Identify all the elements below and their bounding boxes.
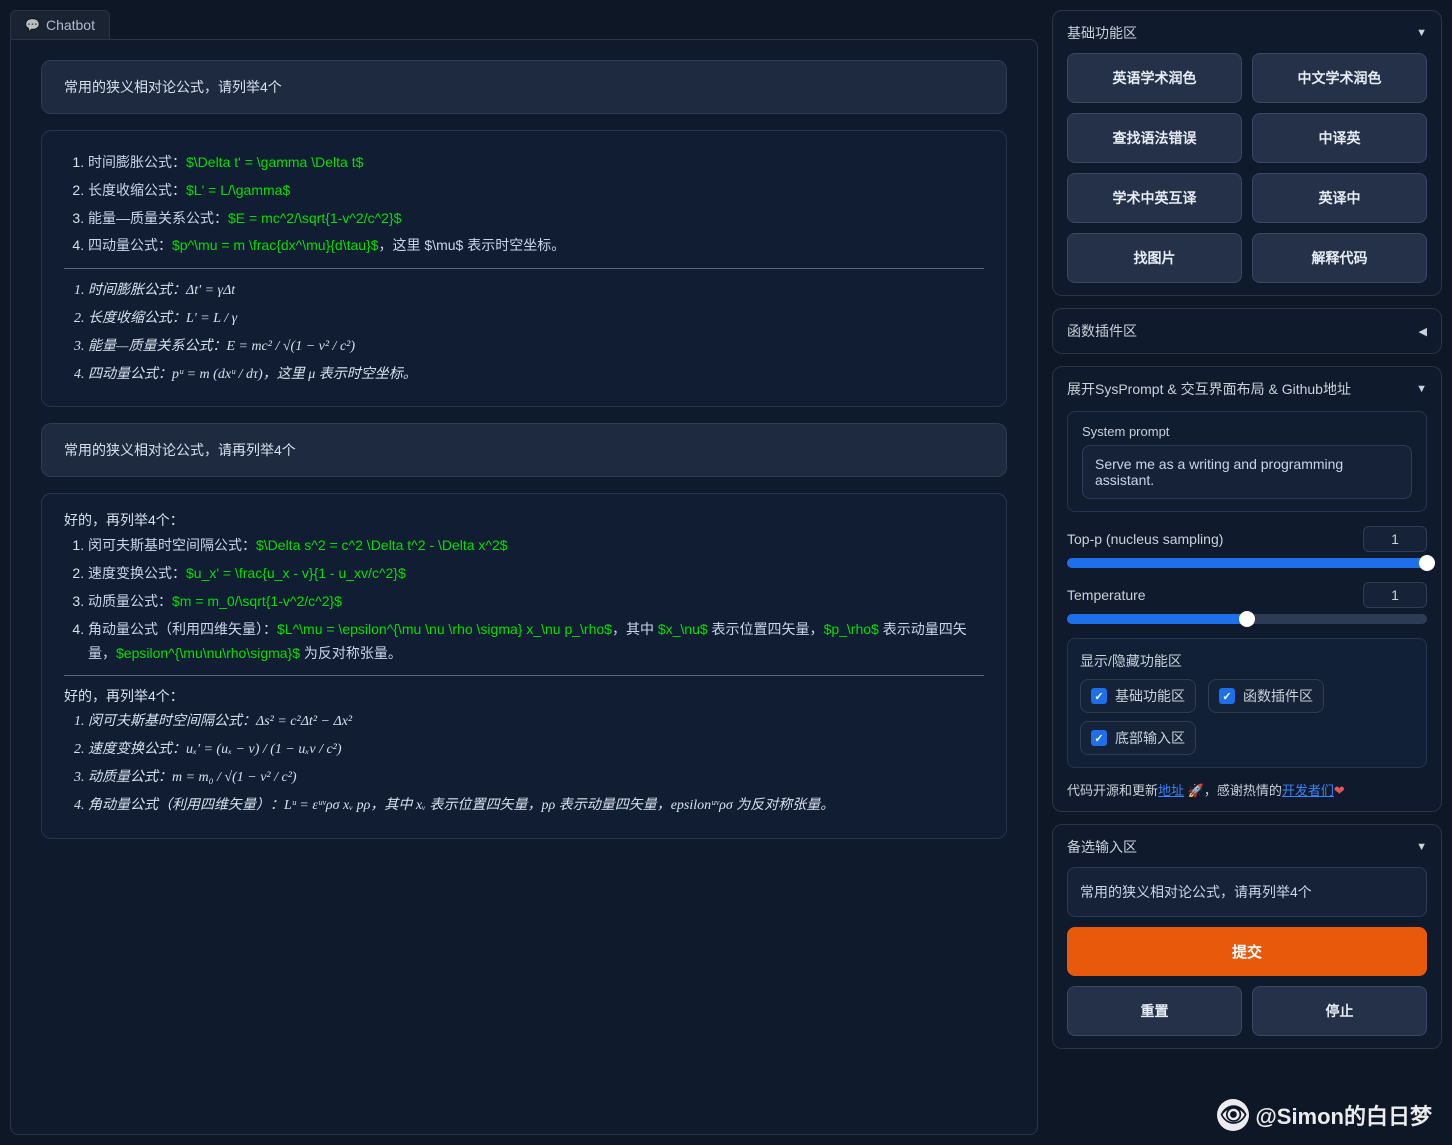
input-panel: 备选输入区 ▼ 常用的狭义相对论公式，请再列举4个 提交 重置 停止 [1052, 824, 1442, 1049]
fn-grammar-check-button[interactable]: 查找语法错误 [1067, 113, 1242, 163]
user-message-text: 常用的狭义相对论公式，请列举4个 [64, 79, 282, 95]
temperature-slider[interactable] [1067, 614, 1427, 624]
topp-value[interactable]: 1 [1363, 526, 1427, 552]
assistant-message: 时间膨胀公式：$\Delta t' = \gamma \Delta t$ 长度收… [41, 130, 1007, 407]
checkbox-plugin[interactable]: ✓函数插件区 [1208, 679, 1324, 713]
topp-label: Top-p (nucleus sampling) [1067, 531, 1223, 547]
panel-title: 基础功能区 [1067, 23, 1137, 43]
chat-area: 常用的狭义相对论公式，请列举4个 时间膨胀公式：$\Delta t' = \ga… [10, 39, 1038, 1135]
github-links: 代码开源和更新地址 🚀，感谢热情的开发者们❤ [1067, 780, 1427, 799]
checkbox-bottom-input[interactable]: ✓底部输入区 [1080, 721, 1196, 755]
check-icon: ✓ [1219, 688, 1235, 704]
system-prompt-label: System prompt [1082, 424, 1412, 439]
sys-panel-header[interactable]: 展开SysPrompt & 交互界面布局 & Github地址 ▼ [1067, 379, 1427, 399]
fn-academic-translate-button[interactable]: 学术中英互译 [1067, 173, 1242, 223]
weibo-icon: 👁 [1217, 1099, 1249, 1131]
user-message: 常用的狭义相对论公式，请列举4个 [41, 60, 1007, 114]
repo-link[interactable]: 地址 [1158, 783, 1184, 798]
watermark: 👁 @Simon的白日梦 [1217, 1099, 1432, 1131]
alt-input[interactable]: 常用的狭义相对论公式，请再列举4个 [1067, 867, 1427, 917]
checkbox-basic[interactable]: ✓基础功能区 [1080, 679, 1196, 713]
tab-chatbot[interactable]: 💬 Chatbot [10, 10, 110, 39]
fn-en-to-zh-button[interactable]: 英译中 [1252, 173, 1427, 223]
fn-english-polish-button[interactable]: 英语学术润色 [1067, 53, 1242, 103]
fn-explain-code-button[interactable]: 解释代码 [1252, 233, 1427, 283]
chevron-down-icon: ▼ [1416, 841, 1427, 853]
topp-slider[interactable] [1067, 558, 1427, 568]
panel-title: 备选输入区 [1067, 837, 1137, 857]
check-icon: ✓ [1091, 688, 1107, 704]
divider [64, 268, 984, 269]
chevron-down-icon: ▼ [1416, 27, 1427, 39]
panel-title: 函数插件区 [1067, 321, 1137, 341]
fn-zh-to-en-button[interactable]: 中译英 [1252, 113, 1427, 163]
plugin-panel-header[interactable]: 函数插件区 ◀ [1067, 321, 1427, 341]
tab-label: Chatbot [46, 17, 95, 33]
user-message: 常用的狭义相对论公式，请再列举4个 [41, 423, 1007, 477]
fn-chinese-polish-button[interactable]: 中文学术润色 [1252, 53, 1427, 103]
reset-button[interactable]: 重置 [1067, 986, 1242, 1036]
divider [64, 675, 984, 676]
panel-title: 展开SysPrompt & 交互界面布局 & Github地址 [1067, 379, 1351, 399]
user-message-text: 常用的狭义相对论公式，请再列举4个 [64, 442, 296, 458]
temperature-value[interactable]: 1 [1363, 582, 1427, 608]
basic-panel-header[interactable]: 基础功能区 ▼ [1067, 23, 1427, 43]
plugin-panel: 函数插件区 ◀ [1052, 308, 1442, 354]
chevron-left-icon: ◀ [1419, 325, 1427, 338]
rocket-icon: 🚀 [1188, 783, 1204, 798]
heart-icon: ❤ [1334, 783, 1345, 798]
stop-button[interactable]: 停止 [1252, 986, 1427, 1036]
temperature-label: Temperature [1067, 587, 1146, 603]
submit-button[interactable]: 提交 [1067, 927, 1427, 976]
assistant-intro: 好的，再列举4个： [64, 510, 984, 530]
devs-link[interactable]: 开发者们 [1282, 783, 1334, 798]
chevron-down-icon: ▼ [1416, 383, 1427, 395]
input-panel-header[interactable]: 备选输入区 ▼ [1067, 837, 1427, 857]
sysprompt-panel: 展开SysPrompt & 交互界面布局 & Github地址 ▼ System… [1052, 366, 1442, 812]
fn-find-image-button[interactable]: 找图片 [1067, 233, 1242, 283]
basic-functions-panel: 基础功能区 ▼ 英语学术润色 中文学术润色 查找语法错误 中译英 学术中英互译 … [1052, 10, 1442, 296]
assistant-message: 好的，再列举4个： 闵可夫斯基时空间隔公式：$\Delta s^2 = c^2 … [41, 493, 1007, 838]
system-prompt-input[interactable]: Serve me as a writing and programming as… [1082, 445, 1412, 499]
check-icon: ✓ [1091, 730, 1107, 746]
visibility-title: 显示/隐藏功能区 [1080, 651, 1414, 671]
chat-icon: 💬 [25, 18, 40, 32]
